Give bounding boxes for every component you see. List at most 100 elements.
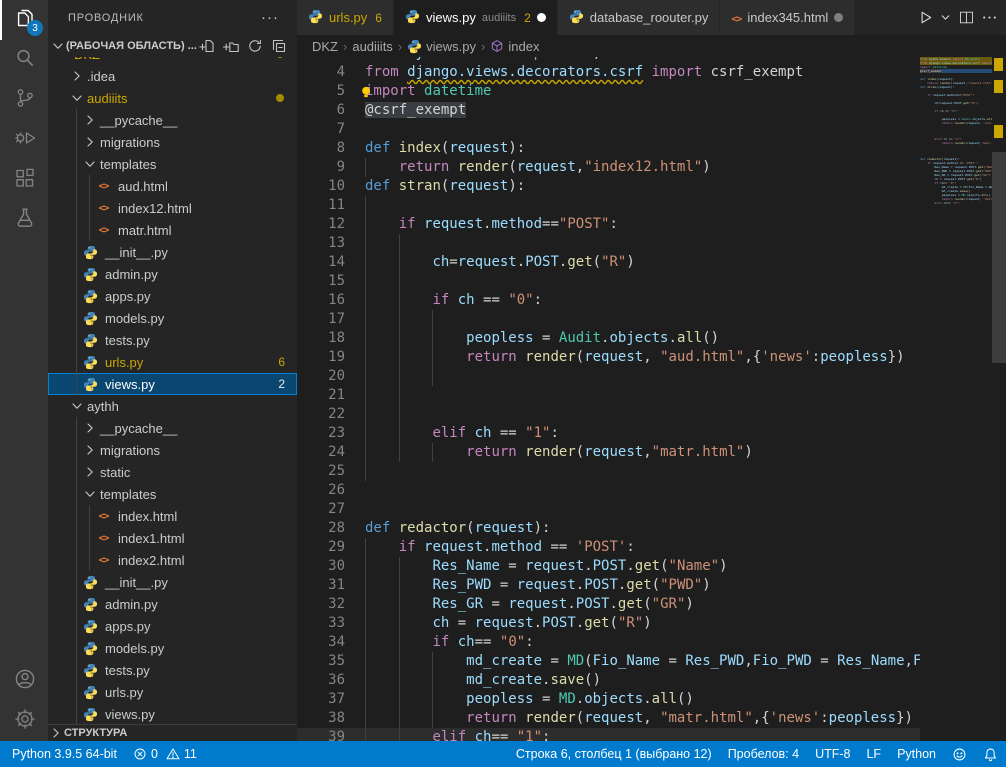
code-line[interactable]: 13 [297, 234, 920, 253]
code-line[interactable]: 32 Res_GR = request.POST.get("GR") [297, 595, 920, 614]
tab-database-roouter-py[interactable]: database_roouter.py [558, 0, 721, 35]
run-icon[interactable] [914, 7, 935, 28]
tree-item-migrations[interactable]: migrations [48, 439, 297, 461]
activity-search-button[interactable] [0, 40, 48, 80]
activity-testing-button[interactable] [0, 200, 48, 240]
tree-item-index12-html[interactable]: <>index12.html [48, 197, 297, 219]
status-cursor-position[interactable]: Строка 6, столбец 1 (выбрано 12) [508, 741, 720, 767]
tree-item-views-py[interactable]: views.py [48, 703, 297, 724]
tree-item-index2-html[interactable]: <>index2.html [48, 549, 297, 571]
tree-item--pycache-[interactable]: __pycache__ [48, 109, 297, 131]
code-line[interactable]: 28def redactor(request): [297, 519, 920, 538]
code-line[interactable]: 39 elif ch== "1": [297, 728, 920, 741]
tree-item--init-py[interactable]: __init__.py [48, 571, 297, 593]
code-line[interactable]: 30 Res_Name = request.POST.get("Name") [297, 557, 920, 576]
tree-item--init-py[interactable]: __init__.py [48, 241, 297, 263]
code-line[interactable]: 24 return render(request,"matr.html") [297, 443, 920, 462]
code-line[interactable]: 9 return render(request,"index12.html") [297, 158, 920, 177]
modified-dot-icon[interactable] [834, 13, 843, 22]
activity-debug-button[interactable] [0, 120, 48, 160]
activity-account-button[interactable] [0, 661, 48, 701]
status-feedback[interactable] [944, 741, 975, 767]
code-line[interactable]: 36 md_create.save() [297, 671, 920, 690]
tree-item--idea[interactable]: .idea [48, 65, 297, 87]
code-line[interactable]: 34 if ch== "0": [297, 633, 920, 652]
tree-item-tests-py[interactable]: tests.py [48, 659, 297, 681]
minimap[interactable]: from aythh.models import MD,Auditfrom dj… [920, 57, 992, 741]
code-line[interactable]: 16 if ch == "0": [297, 291, 920, 310]
activity-explorer-button[interactable]: 3 [0, 0, 48, 40]
code-line[interactable]: 15 [297, 272, 920, 291]
code-line[interactable]: 31 Res_PWD = request.POST.get("PWD") [297, 576, 920, 595]
tree-item-admin-py[interactable]: admin.py [48, 593, 297, 615]
tree-item-urls-py[interactable]: urls.py6 [48, 351, 297, 373]
lightbulb-icon[interactable] [359, 85, 373, 99]
refresh-icon[interactable] [247, 38, 263, 54]
code-line[interactable]: 6@csrf_exempt [297, 101, 920, 120]
workspace-section-header[interactable]: (РАБОЧАЯ ОБЛАСТЬ) ... [48, 35, 297, 57]
tree-item-admin-py[interactable]: admin.py [48, 263, 297, 285]
status-eol[interactable]: LF [858, 741, 889, 767]
tab-urls-py[interactable]: urls.py6 [297, 0, 394, 35]
code-line[interactable]: 27 [297, 500, 920, 519]
code-line[interactable]: 20 [297, 367, 920, 386]
chevron-down-icon[interactable] [937, 9, 954, 26]
tab-views-py[interactable]: views.pyaudiiits2 [394, 0, 558, 35]
activity-extensions-button[interactable] [0, 160, 48, 200]
tree-item-tests-py[interactable]: tests.py [48, 329, 297, 351]
tab-index345-html[interactable]: <>index345.html [720, 0, 855, 35]
overview-ruler[interactable] [992, 35, 1006, 741]
code-line[interactable]: 8def index(request): [297, 139, 920, 158]
tree-item-apps-py[interactable]: apps.py [48, 615, 297, 637]
breadcrumb-item-audiiits[interactable]: audiiits [352, 39, 392, 54]
code-line[interactable]: 35 md_create = MD(Fio_Name = Res_PWD,Fio… [297, 652, 920, 671]
code-line[interactable]: 4from django.views.decorators.csrf impor… [297, 63, 920, 82]
more-actions-icon[interactable] [979, 7, 1000, 28]
more-actions-icon[interactable]: ··· [261, 9, 279, 26]
code-editor[interactable]: 3from aythh.models import MD,Audit4from … [297, 57, 920, 741]
code-line[interactable]: 18 peopless = Audit.objects.all() [297, 329, 920, 348]
status-encoding[interactable]: UTF-8 [807, 741, 858, 767]
code-line[interactable]: 19 return render(request, "aud.html",{'n… [297, 348, 920, 367]
status-indentation[interactable]: Пробелов: 4 [720, 741, 807, 767]
code-line[interactable]: 22 [297, 405, 920, 424]
tree-item-static[interactable]: static [48, 461, 297, 483]
tree-item-matr-html[interactable]: <>matr.html [48, 219, 297, 241]
code-line[interactable]: 17 [297, 310, 920, 329]
tree-item-urls-py[interactable]: urls.py [48, 681, 297, 703]
modified-dot-icon[interactable] [537, 13, 546, 22]
code-line[interactable]: 7 [297, 120, 920, 139]
tree-item-apps-py[interactable]: apps.py [48, 285, 297, 307]
breadcrumb-item-views-py[interactable]: views.py [407, 39, 476, 54]
code-line[interactable]: 23 elif ch == "1": [297, 424, 920, 443]
outline-section-header[interactable]: СТРУКТУРА [48, 724, 297, 741]
activity-settings-button[interactable] [0, 701, 48, 741]
tree-item-templates[interactable]: templates [48, 483, 297, 505]
tree-item--pycache-[interactable]: __pycache__ [48, 417, 297, 439]
code-line[interactable]: 25 [297, 462, 920, 481]
code-line[interactable]: 26 [297, 481, 920, 500]
status-problems[interactable]: 011 [125, 741, 205, 767]
new-file-icon[interactable] [199, 38, 215, 54]
tree-item-migrations[interactable]: migrations [48, 131, 297, 153]
tree-item-models-py[interactable]: models.py [48, 307, 297, 329]
status-language-mode[interactable]: Python [889, 741, 944, 767]
code-line[interactable]: 29 if request.method == 'POST': [297, 538, 920, 557]
activity-scm-button[interactable] [0, 80, 48, 120]
collapse-all-icon[interactable] [271, 38, 287, 54]
tree-item-views-py[interactable]: views.py2 [48, 373, 297, 395]
breadcrumb-item-index[interactable]: index [490, 39, 539, 54]
tree-item-models-py[interactable]: models.py [48, 637, 297, 659]
code-line[interactable]: 14 ch=request.POST.get("R") [297, 253, 920, 272]
code-line[interactable]: 21 [297, 386, 920, 405]
tree-item-aythh[interactable]: aythh [48, 395, 297, 417]
split-editor-icon[interactable] [956, 7, 977, 28]
status-notifications[interactable] [975, 741, 1006, 767]
scrollbar-slider[interactable] [992, 152, 1006, 363]
tree-item-index1-html[interactable]: <>index1.html [48, 527, 297, 549]
tree-item-templates[interactable]: templates [48, 153, 297, 175]
code-line[interactable]: 11 [297, 196, 920, 215]
breadcrumb-item-dkz[interactable]: DKZ [312, 39, 338, 54]
new-folder-icon[interactable] [223, 38, 239, 54]
code-line[interactable]: 38 return render(request, "matr.html",{'… [297, 709, 920, 728]
